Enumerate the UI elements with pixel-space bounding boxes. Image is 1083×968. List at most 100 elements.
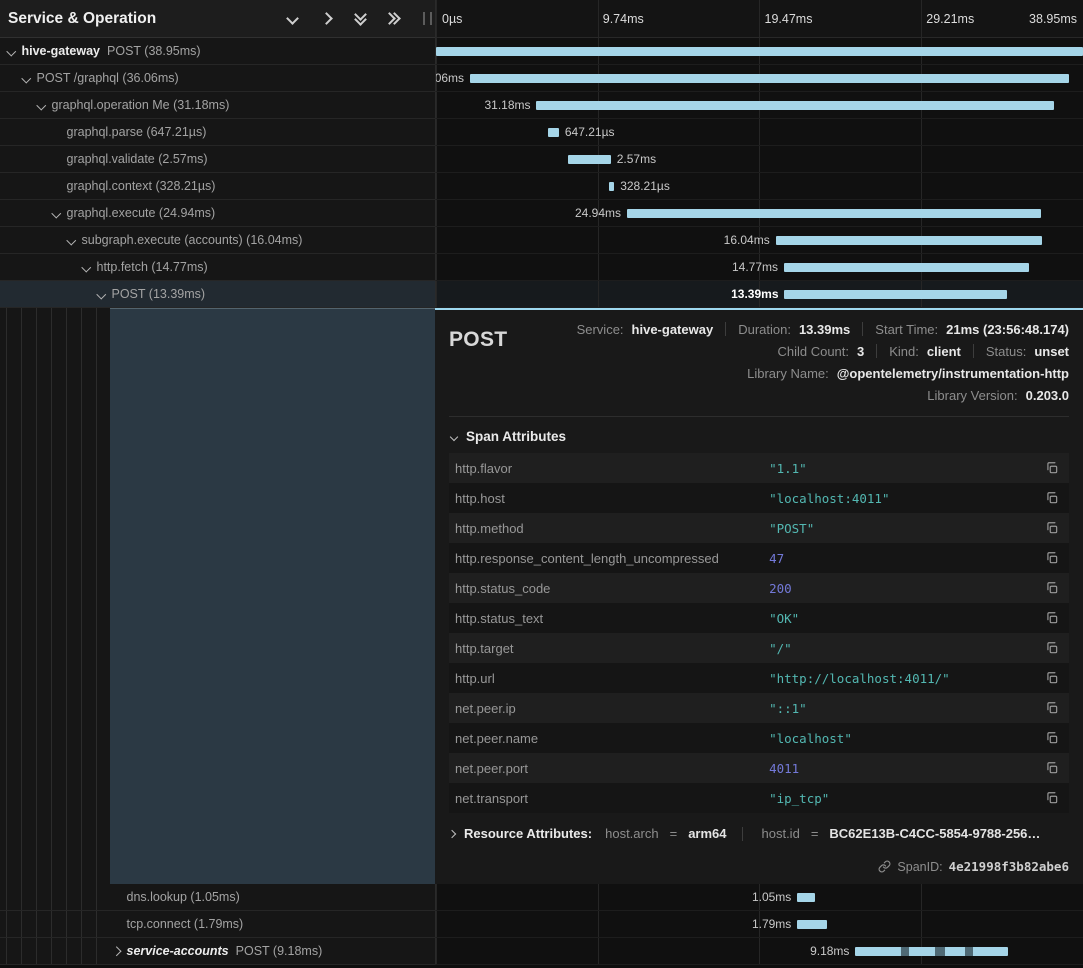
copy-icon[interactable]	[1039, 461, 1059, 475]
copy-icon[interactable]	[1039, 671, 1059, 685]
span-row[interactable]: tcp.connect (1.79ms)1.79ms	[0, 911, 1083, 938]
detail-span-title: POST	[449, 328, 507, 352]
meta-value-service: hive-gateway	[632, 322, 714, 337]
span-duration-bar[interactable]	[568, 155, 611, 164]
span-duration-bar[interactable]	[797, 893, 814, 902]
meta-separator	[973, 344, 974, 358]
span-row[interactable]: graphql.operation Me (31.18ms)31.18ms	[0, 92, 1083, 119]
span-row[interactable]: POST /graphql (36.06ms)36.06ms	[0, 65, 1083, 92]
span-detail-row: POST Service: hive-gateway Duration: 13.…	[0, 308, 1083, 884]
detail-left-highlight	[110, 308, 435, 884]
operation-label: graphql.execute (24.94ms)	[67, 206, 216, 220]
attribute-key: http.method	[455, 521, 769, 536]
service-name: service-accounts	[127, 944, 229, 958]
span-rows-bottom: dns.lookup (1.05ms)1.05mstcp.connect (1.…	[0, 884, 1083, 965]
copy-icon[interactable]	[1039, 491, 1059, 505]
span-duration-bar[interactable]	[776, 236, 1042, 245]
attribute-value: "OK"	[769, 611, 1039, 626]
copy-icon[interactable]	[1039, 731, 1059, 745]
copy-icon[interactable]	[1039, 641, 1059, 655]
chevrons-down-icon[interactable]	[353, 12, 367, 26]
span-row[interactable]: graphql.validate (2.57ms)2.57ms	[0, 146, 1083, 173]
copy-icon[interactable]	[1039, 551, 1059, 565]
span-row[interactable]: graphql.parse (647.21µs) 647.21µs	[0, 119, 1083, 146]
attribute-key: http.host	[455, 491, 769, 506]
span-attributes-title: Span Attributes	[466, 429, 566, 444]
chevron-down-icon[interactable]	[7, 46, 16, 55]
attribute-key: http.response_content_length_uncompresse…	[455, 551, 769, 566]
copy-icon[interactable]	[1039, 611, 1059, 625]
span-row[interactable]: graphql.context (328.21µs)328.21µs	[0, 173, 1083, 200]
span-row[interactable]: http.fetch (14.77ms)14.77ms	[0, 254, 1083, 281]
chevron-down-icon[interactable]	[67, 235, 76, 244]
lower-section: POST Service: hive-gateway Duration: 13.…	[0, 308, 1083, 965]
timeline-tick: 0µs	[442, 12, 462, 26]
attribute-row: net.transport"ip_tcp"	[449, 783, 1069, 813]
chevron-down-icon[interactable]	[285, 12, 299, 26]
bar-segment	[901, 947, 909, 956]
copy-icon[interactable]	[1039, 761, 1059, 775]
meta-label: Service:	[577, 322, 624, 337]
span-row[interactable]: service-accountsPOST (9.18ms)9.18ms	[0, 938, 1083, 965]
attribute-row: http.method"POST"	[449, 513, 1069, 543]
span-row[interactable]: hive-gatewayPOST (38.95ms)	[0, 38, 1083, 65]
chevron-right-icon[interactable]	[112, 946, 121, 955]
span-duration-bar[interactable]	[470, 74, 1069, 83]
attribute-value: "http://localhost:4011/"	[769, 671, 1039, 686]
operation-label: POST (38.95ms)	[107, 44, 201, 58]
detail-meta-line-4: Library Version: 0.203.0	[449, 384, 1069, 406]
link-icon[interactable]	[878, 860, 891, 873]
copy-icon[interactable]	[1039, 701, 1059, 715]
span-duration-bar[interactable]	[784, 263, 1029, 272]
resource-attributes-title: Resource Attributes:	[464, 826, 592, 841]
chevron-down-icon[interactable]	[52, 208, 61, 217]
attribute-row: http.url"http://localhost:4011/"	[449, 663, 1069, 693]
copy-icon[interactable]	[1039, 791, 1059, 805]
chevron-down-icon[interactable]	[37, 100, 46, 109]
attribute-row: http.status_text"OK"	[449, 603, 1069, 633]
chevron-right-icon	[449, 829, 456, 837]
duration-label: 647.21µs	[565, 125, 615, 139]
span-duration-bar[interactable]	[797, 920, 827, 929]
chevron-right-icon[interactable]	[319, 12, 333, 26]
chevron-down-icon[interactable]	[97, 289, 106, 298]
attribute-value: "localhost"	[769, 731, 1039, 746]
detail-header: POST Service: hive-gateway Duration: 13.…	[449, 318, 1069, 417]
span-id-value: 4e21998f3b82abe6	[949, 859, 1069, 874]
duration-label: 1.05ms	[752, 890, 791, 904]
span-row[interactable]: graphql.execute (24.94ms) 24.94ms	[0, 200, 1083, 227]
meta-value-kind: client	[927, 344, 961, 359]
span-duration-bar[interactable]	[609, 182, 614, 191]
copy-icon[interactable]	[1039, 521, 1059, 535]
span-row[interactable]: dns.lookup (1.05ms)1.05ms	[0, 884, 1083, 911]
attribute-key: http.status_text	[455, 611, 769, 626]
tree-header-title: Service & Operation	[8, 10, 285, 28]
span-duration-bar[interactable]	[855, 947, 1007, 956]
duration-label: 24.94ms	[575, 206, 621, 220]
span-duration-bar[interactable]	[536, 101, 1054, 110]
operation-label: graphql.parse (647.21µs)	[67, 125, 207, 139]
span-duration-bar[interactable]	[436, 47, 1083, 56]
span-duration-bar[interactable]	[627, 209, 1041, 218]
panel-resizer-grip[interactable]	[423, 12, 432, 25]
meta-label: Start Time:	[875, 322, 938, 337]
attribute-key: net.peer.port	[455, 761, 769, 776]
meta-separator	[876, 344, 877, 358]
span-duration-bar[interactable]	[784, 290, 1006, 299]
resource-attributes-toggle[interactable]: Resource Attributes: host.arch = arm64 h…	[449, 826, 1069, 841]
copy-icon[interactable]	[1039, 581, 1059, 595]
span-row[interactable]: subgraph.execute (accounts) (16.04ms)16.…	[0, 227, 1083, 254]
operation-label: http.fetch (14.77ms)	[97, 260, 208, 274]
span-duration-bar[interactable]	[548, 128, 559, 137]
meta-value-library-name: @opentelemetry/instrumentation-http	[837, 366, 1069, 381]
span-row[interactable]: POST (13.39ms)13.39ms	[0, 281, 1083, 308]
operation-label: POST (13.39ms)	[112, 287, 206, 301]
chevron-down-icon[interactable]	[22, 73, 31, 82]
tree-header-actions	[285, 12, 401, 26]
span-attributes-toggle[interactable]: Span Attributes	[451, 429, 1069, 444]
meta-value-duration: 13.39ms	[799, 322, 850, 337]
chevron-down-icon[interactable]	[82, 262, 91, 271]
chevrons-right-icon[interactable]	[387, 12, 401, 26]
attribute-value: 200	[769, 581, 1039, 596]
resource-key: host.arch	[605, 826, 658, 841]
